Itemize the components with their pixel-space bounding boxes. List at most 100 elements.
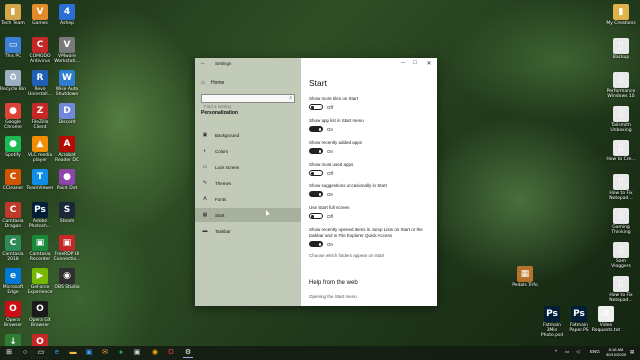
desktop_left-desktop-icon[interactable]: C CCleaner	[0, 169, 28, 191]
edge-taskbar-icon[interactable]: e	[52, 348, 62, 358]
spotify-taskbar-icon[interactable]: ●	[116, 348, 126, 358]
desktop_left-desktop-icon[interactable]: T TeamViewer	[25, 169, 55, 191]
desktop-icon-label: Wise Auto Shutdown	[55, 87, 79, 97]
option-toggle[interactable]	[309, 213, 323, 219]
desktop_bottom_right-desktop-icon[interactable]: ≡ Video Requests.txt	[591, 306, 621, 333]
settings-taskbar-icon[interactable]: ⚙	[183, 348, 193, 358]
app-icon: ▯	[613, 140, 629, 156]
option-label: Show recently added apps	[309, 140, 363, 145]
app-icon: ▲	[32, 136, 48, 152]
desktop-icon-label: COMODO Antivirus	[29, 54, 51, 64]
tray-overflow-icon[interactable]: ^	[555, 349, 557, 354]
desktop_left-desktop-icon[interactable]: ♻ Recycle Bin	[0, 70, 28, 92]
option-toggle[interactable]	[309, 170, 323, 176]
desktop_left-desktop-icon[interactable]: C COMODO Antivirus	[25, 37, 55, 64]
home-nav-item[interactable]: ⌂ Home	[201, 80, 224, 86]
desktop_left-desktop-icon[interactable]: ● Spotify	[0, 136, 28, 158]
desktop_left-desktop-icon[interactable]: ▲ VLC media player	[25, 136, 55, 163]
network-icon[interactable]: ▭	[565, 349, 569, 355]
maximize-button[interactable]: □	[409, 60, 421, 66]
desktop_right-desktop-icon[interactable]: ▯ How to Fix Notepad...	[606, 174, 636, 201]
desktop-icon-label: Opera Browser	[3, 318, 23, 328]
desktop_left-desktop-icon[interactable]: Ps Adobe Photosh...	[25, 202, 55, 229]
nav-item-background[interactable]: ▣ Background	[195, 128, 301, 142]
desktop_left-desktop-icon[interactable]: W Wise Auto Shutdown	[52, 70, 82, 97]
desktop_left-desktop-icon[interactable]: ▭ This PC	[0, 37, 28, 59]
mail-icon[interactable]: ✉	[100, 348, 110, 358]
desktop_left-desktop-icon[interactable]: 4 Ashep	[52, 4, 82, 26]
nav-item-lock-screen[interactable]: ▭ Lock screen	[195, 160, 301, 174]
desktop_right-desktop-icon[interactable]: ▯ Tailsmith Unboxing	[606, 106, 636, 133]
desktop_left-desktop-icon[interactable]: Z FileZilla Client	[25, 103, 55, 130]
nav-item-colors[interactable]: ◐ Colors	[195, 144, 301, 158]
nav-item-start[interactable]: ▦ Start	[195, 208, 301, 222]
desktop_right-desktop-icon[interactable]: ▯ How to Fix Notepad...	[606, 276, 636, 303]
minimize-button[interactable]: –	[397, 60, 409, 66]
desktop_left-desktop-icon[interactable]: OOpera GX Browser	[25, 301, 55, 328]
option-toggle[interactable]	[309, 241, 323, 247]
desktop_left-desktop-icon[interactable]: D Discord	[52, 103, 82, 125]
desktop_left-desktop-icon[interactable]: ● Google Chrome	[0, 103, 28, 130]
nav-item-taskbar[interactable]: ▬ Taskbar	[195, 224, 301, 238]
search-taskbar-icon[interactable]: ○	[20, 348, 30, 358]
choose-folders-link[interactable]: Choose which folders appear on Start	[309, 253, 384, 258]
window-titlebar[interactable]: ← Settings – □ ✕	[195, 58, 437, 70]
desktop_left-desktop-icon[interactable]: S Steam	[52, 202, 82, 224]
file-explorer-icon[interactable]: ▬	[68, 348, 78, 358]
desktop-icon-label: Pedals Trifo	[512, 283, 538, 288]
option-toggle[interactable]	[309, 191, 323, 197]
opening-start-menu-link[interactable]: Opening the Start menu	[309, 294, 357, 299]
desktop_left-desktop-icon[interactable]: ▣ Camtasia Recorder	[25, 235, 55, 262]
desktop_bottom_right-desktop-icon[interactable]: ▦ Pedals Trifo	[510, 266, 540, 288]
desktop_bottom_right-desktop-icon[interactable]: Ps Fatmain 3Min Photo.psd	[537, 306, 567, 338]
nav-item-themes[interactable]: ✎ Themes	[195, 176, 301, 190]
desktop_right-desktop-icon[interactable]: ▯ Backup	[606, 38, 636, 60]
desktop_left-desktop-icon[interactable]: e Microsoft Edge	[0, 268, 28, 295]
nav-item-fonts[interactable]: A Fonts	[195, 192, 301, 206]
search-input[interactable]	[202, 103, 282, 110]
app-icon: R	[32, 70, 48, 86]
volume-icon[interactable]: ◁	[576, 349, 579, 355]
start-button-icon[interactable]: ⊞	[4, 348, 14, 358]
desktop_left-desktop-icon[interactable]: C Camtasia Dragon	[0, 202, 28, 229]
app-icon: e	[5, 268, 21, 284]
desktop_left-desktop-icon[interactable]: ▶ GeForce Experience	[25, 268, 55, 295]
desktop_left-desktop-icon[interactable]: O Opera Browser	[0, 301, 28, 328]
option-toggle[interactable]	[309, 104, 323, 110]
store-icon[interactable]: ▣	[84, 348, 94, 358]
desktop-icon-label: Camtasia Dragon	[2, 219, 24, 229]
desktop_left-desktop-icon[interactable]: ● Paint Dot	[52, 169, 82, 191]
toggle-state: On	[327, 149, 334, 154]
desktop_right-desktop-icon[interactable]: ▮ My Creations	[606, 4, 636, 26]
close-button[interactable]: ✕	[423, 60, 435, 67]
task-view-icon[interactable]: ▭	[36, 348, 46, 358]
desktop_left-desktop-icon[interactable]: V VMware Workstati...	[52, 37, 82, 64]
desktop_right-desktop-icon[interactable]: ▯ Performance Windows 10	[606, 72, 636, 99]
language-indicator[interactable]: ENG	[590, 349, 600, 354]
search-icon[interactable]: ⌕	[289, 95, 292, 101]
desktop_left-desktop-icon[interactable]: R Revo Uninstall...	[25, 70, 55, 97]
app-icon: S	[59, 202, 75, 218]
back-arrow-icon[interactable]: ←	[200, 60, 206, 66]
desktop_bottom_right-desktop-icon[interactable]: Ps Fatmain Paper.PS	[564, 306, 594, 333]
settings-window: ⌂ Home ⌕ Personalization ▣ Background ◐ Col…	[195, 58, 437, 306]
desktop_right-desktop-icon[interactable]: ▯ Sam Vloggers	[606, 242, 636, 269]
desktop-icon-label: Paint Dot	[56, 186, 78, 191]
opera-taskbar-icon[interactable]: O	[166, 348, 176, 358]
desktop_left-desktop-icon[interactable]: A Acrobat Reader DC	[52, 136, 82, 163]
desktop_right-desktop-icon[interactable]: ▯ Gaming Thinking	[606, 208, 636, 235]
desktop_right-desktop-icon[interactable]: ▯ How to Cre...	[606, 140, 636, 162]
app-taskbar-icon[interactable]: ▣	[132, 348, 142, 358]
start-icon: ▦	[202, 212, 208, 218]
desktop_left-desktop-icon[interactable]: ▮ Tech Team	[0, 4, 28, 26]
desktop_left-desktop-icon[interactable]: C Camtasia 2018	[0, 235, 28, 262]
desktop_left-desktop-icon[interactable]: V Games	[25, 4, 55, 26]
chrome-taskbar-icon[interactable]: ◉	[150, 348, 160, 358]
search-box[interactable]: ⌕	[201, 94, 295, 110]
desktop_left-desktop-icon[interactable]: ▣ FreeRDP UI Connectio...	[52, 235, 82, 262]
clock[interactable]: 8:18 AM 30/10/2020	[606, 347, 626, 357]
notifications-icon[interactable]: ▤	[630, 349, 634, 355]
option-toggle[interactable]	[309, 126, 323, 132]
option-toggle[interactable]	[309, 148, 323, 154]
desktop_left-desktop-icon[interactable]: ◉ OBS Studio	[52, 268, 82, 290]
